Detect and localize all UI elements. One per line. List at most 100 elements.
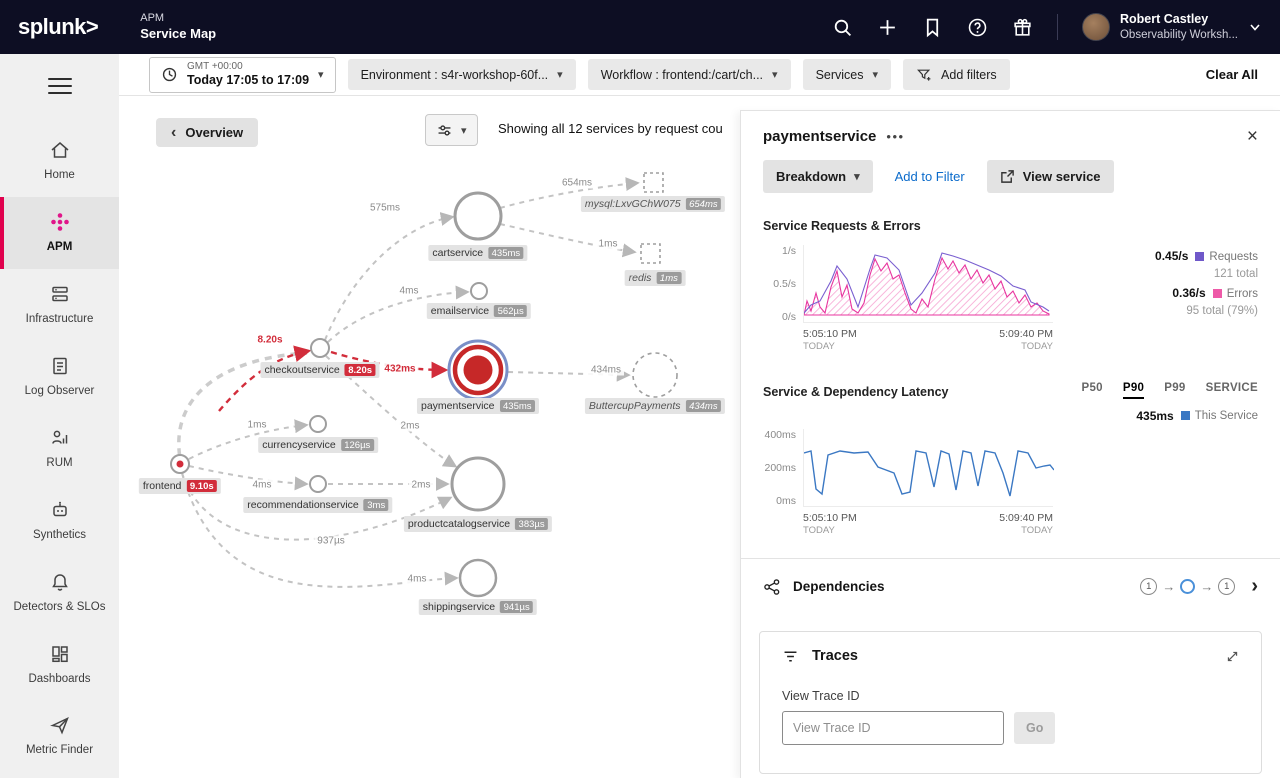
tab-service[interactable]: SERVICE (1206, 382, 1258, 399)
node-label-buttercuppayments[interactable]: ButtercupPayments434ms (585, 398, 725, 414)
node-label-shippingservice[interactable]: shippingservice941µs (419, 599, 537, 615)
timezone-label: GMT +00:00 (187, 61, 309, 73)
expand-icon[interactable] (1226, 650, 1239, 663)
sidebar-item-detectors-slos[interactable]: Detectors & SLOs (0, 557, 119, 629)
latency-percentile-tabs: P50 P90 P99 SERVICE (1081, 382, 1258, 399)
node-redis[interactable] (641, 244, 660, 263)
sidebar-item-dashboards[interactable]: Dashboards (0, 629, 119, 701)
filter-funnel-icon (916, 67, 932, 83)
home-icon (49, 139, 71, 161)
map-display-settings-button[interactable]: ▾ (425, 114, 478, 146)
node-label-emailservice[interactable]: emailservice562µs (427, 303, 531, 319)
app-name: APM (140, 12, 216, 26)
edge-label-error: 432ms (381, 364, 418, 375)
edge-label: 4ms (397, 286, 422, 297)
services-filter-dropdown[interactable]: Services ▾ (803, 59, 891, 90)
filter-bar: GMT +00:00 Today 17:05 to 17:09 ▾ Enviro… (119, 54, 1280, 96)
top-bar: splunk> APM Service Map Robert Castley O… (0, 0, 1280, 54)
node-label-productcatalogservice[interactable]: productcatalogservice383µs (404, 516, 552, 532)
latency-x-axis: 5:05:10 PMTODAY 5:09:40 PMTODAY (803, 511, 1053, 538)
node-label-mysql[interactable]: mysql:LxvGChW075654ms (581, 196, 725, 212)
user-menu[interactable]: Robert Castley Observability Worksh... (1082, 11, 1262, 42)
close-panel-icon[interactable]: × (1247, 127, 1258, 146)
node-label-currencyservice[interactable]: currencyservice126µs (258, 437, 378, 453)
node-mysql[interactable] (644, 173, 663, 192)
breakdown-dropdown[interactable]: Breakdown ▾ (763, 160, 873, 193)
requests-swatch (1195, 252, 1204, 261)
add-icon[interactable] (877, 17, 898, 38)
user-name: Robert Castley (1120, 11, 1238, 27)
node-label-paymentservice[interactable]: paymentservice435ms (417, 398, 539, 414)
bookmark-icon[interactable] (922, 17, 943, 38)
back-to-overview-button[interactable]: ‹ Overview (156, 118, 258, 147)
add-filters-button[interactable]: Add filters (903, 59, 1010, 90)
node-paymentservice-selected[interactable] (449, 341, 507, 399)
search-icon[interactable] (832, 17, 853, 38)
time-range-picker[interactable]: GMT +00:00 Today 17:05 to 17:09 ▾ (149, 57, 336, 93)
node-emailservice[interactable] (471, 283, 487, 299)
sidebar-item-apm[interactable]: APM (0, 197, 119, 269)
requests-legend: 0.45/sRequests 121 total 0.36/sErrors 95… (1155, 245, 1258, 323)
user-avatar (1082, 13, 1110, 41)
node-label-checkoutservice[interactable]: checkoutservice8.20s (260, 362, 379, 378)
node-frontend[interactable] (171, 455, 189, 473)
add-to-filter-link[interactable]: Add to Filter (895, 169, 965, 184)
sidebar-item-home[interactable]: Home (0, 125, 119, 197)
edge-label: 937µs (314, 536, 347, 547)
chevron-right-icon[interactable]: › (1251, 575, 1258, 598)
dashboards-icon (49, 643, 71, 665)
edge-label: 4ms (405, 574, 430, 585)
sidebar-item-synthetics[interactable]: Synthetics (0, 485, 119, 557)
dependencies-mini-map: 1 → → 1 (1140, 578, 1235, 595)
sidebar-item-rum[interactable]: RUM (0, 413, 119, 485)
edge-label: 575ms (367, 203, 403, 214)
edge-frontend-checkoutservice-error (219, 351, 308, 411)
node-recommendationservice[interactable] (310, 476, 326, 492)
apm-icon (49, 211, 71, 233)
service-map-area: 575ms 654ms 1ms 4ms 8.20s 432ms 434ms 1m… (119, 96, 1280, 778)
tab-p99[interactable]: P99 (1164, 382, 1185, 399)
menu-toggle-button[interactable] (48, 78, 72, 99)
user-menu-chevron-icon (1248, 20, 1262, 34)
node-cartservice[interactable] (455, 193, 501, 239)
detectors-slos-icon (49, 571, 71, 593)
edge-label: 2ms (398, 421, 423, 432)
tab-p50[interactable]: P50 (1081, 382, 1102, 399)
chevron-down-icon: ▾ (873, 68, 879, 81)
chevron-down-icon: ▾ (557, 68, 563, 81)
workflow-filter-dropdown[interactable]: Workflow : frontend:/cart/ch... ▾ (588, 59, 791, 90)
help-icon[interactable] (967, 17, 988, 38)
view-service-button[interactable]: View service (987, 160, 1114, 193)
sidebar-item-metric-finder[interactable]: Metric Finder (0, 700, 119, 772)
user-org: Observability Worksh... (1120, 28, 1238, 43)
sidebar-item-infrastructure[interactable]: Infrastructure (0, 269, 119, 341)
open-service-icon (1000, 169, 1015, 184)
node-label-cartservice[interactable]: cartservice435ms (428, 245, 527, 261)
node-checkoutservice[interactable] (311, 339, 329, 357)
node-productcatalogservice[interactable] (452, 458, 504, 510)
node-label-recommendationservice[interactable]: recommendationservice3ms (243, 497, 392, 513)
edge-label: 654ms (559, 178, 595, 189)
node-label-redis[interactable]: redis1ms (625, 270, 686, 286)
node-label-frontend[interactable]: frontend9.10s (139, 478, 221, 494)
node-buttercuppayments[interactable] (633, 353, 677, 397)
traces-title: Traces (812, 648, 858, 664)
time-range-value: Today 17:05 to 17:09 (187, 73, 309, 88)
sliders-icon (436, 122, 453, 139)
node-currencyservice[interactable] (310, 416, 326, 432)
trace-id-input[interactable] (782, 711, 1004, 745)
node-shippingservice[interactable] (460, 560, 496, 596)
requests-x-axis: 5:05:10 PMTODAY 5:09:40 PMTODAY (803, 327, 1053, 354)
requests-errors-chart[interactable] (803, 245, 1053, 323)
errors-swatch (1213, 289, 1222, 298)
sidebar-item-log-observer[interactable]: Log Observer (0, 341, 119, 413)
environment-filter-dropdown[interactable]: Environment : s4r-workshop-60f... ▾ (348, 59, 576, 90)
clear-all-button[interactable]: Clear All (1206, 67, 1258, 82)
more-actions-icon[interactable]: ••• (886, 129, 904, 144)
tab-p90[interactable]: P90 (1123, 382, 1144, 399)
trace-go-button[interactable]: Go (1014, 712, 1055, 744)
gift-icon[interactable] (1012, 17, 1033, 38)
dependencies-row[interactable]: Dependencies 1 → → 1 › (741, 559, 1280, 615)
latency-chart[interactable] (803, 429, 1053, 507)
downstream-count-badge: 1 (1218, 578, 1235, 595)
